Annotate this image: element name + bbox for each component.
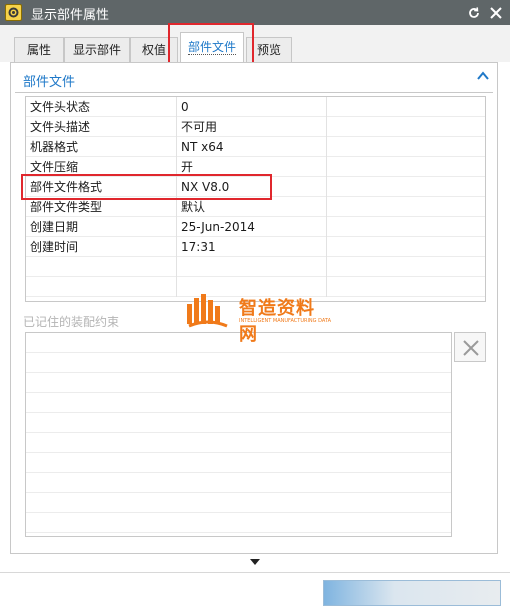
ok-button[interactable] — [323, 580, 501, 606]
table-row[interactable]: 创建日期 25-Jun-2014 — [26, 217, 485, 237]
chevron-up-icon[interactable] — [477, 69, 489, 85]
property-name: 创建日期 — [26, 217, 177, 237]
watermark: 智造资料网 INTELLIGENT MANUFACTURING DATA — [185, 294, 332, 345]
property-extra — [327, 217, 485, 237]
property-extra — [327, 137, 485, 157]
highlight-box-row — [21, 174, 272, 200]
table-row[interactable]: 创建时间 17:31 — [26, 237, 485, 257]
constraints-list[interactable] — [25, 332, 452, 537]
list-item[interactable] — [26, 433, 451, 453]
tab-label: 显示部件 — [72, 43, 121, 57]
tab-bar: 属性 显示部件 权值 部件文件 预览 — [0, 25, 510, 63]
highlight-box-tab — [168, 23, 254, 65]
property-extra — [327, 177, 485, 197]
property-value: NT x64 — [177, 137, 327, 157]
property-name — [26, 277, 177, 297]
property-name — [26, 257, 177, 277]
property-name: 部件文件类型 — [26, 197, 177, 217]
property-extra — [327, 97, 485, 117]
delete-button[interactable] — [454, 332, 486, 362]
delete-x-icon — [463, 340, 479, 356]
property-name: 机器格式 — [26, 137, 177, 157]
property-extra — [327, 157, 485, 177]
constraints-label: 已记住的装配约束 — [23, 315, 120, 329]
property-value: 0 — [177, 97, 327, 117]
tab-label: 预览 — [256, 43, 281, 57]
section-title: 部件文件 — [23, 75, 76, 90]
list-item[interactable] — [26, 513, 451, 533]
property-extra — [327, 197, 485, 217]
watermark-logo-icon — [187, 294, 228, 328]
watermark-subtitle: INTELLIGENT MANUFACTURING DATA — [239, 318, 332, 324]
tab-display-part[interactable]: 显示部件 — [64, 37, 130, 62]
property-extra — [327, 257, 485, 277]
table-row[interactable]: 文件头描述 不可用 — [26, 117, 485, 137]
section-divider — [15, 92, 493, 93]
property-value: 不可用 — [177, 117, 327, 137]
property-name: 创建时间 — [26, 237, 177, 257]
refresh-icon[interactable] — [465, 4, 483, 22]
list-item[interactable] — [26, 353, 451, 373]
settings-icon — [5, 4, 22, 21]
property-value: 默认 — [177, 197, 327, 217]
window-title: 显示部件属性 — [31, 8, 110, 23]
property-name: 文件头状态 — [26, 97, 177, 117]
property-value: 17:31 — [177, 237, 327, 257]
list-item[interactable] — [26, 373, 451, 393]
property-extra — [327, 117, 485, 137]
expand-down-icon[interactable] — [249, 558, 261, 569]
property-extra — [327, 277, 485, 297]
tab-attributes[interactable]: 属性 — [14, 37, 64, 62]
property-value — [177, 257, 327, 277]
table-row[interactable]: 部件文件类型 默认 — [26, 197, 485, 217]
list-item[interactable] — [26, 413, 451, 433]
tab-label: 权值 — [141, 43, 166, 57]
property-name: 文件头描述 — [26, 117, 177, 137]
list-item[interactable] — [26, 473, 451, 493]
close-icon[interactable] — [487, 4, 505, 22]
list-item[interactable] — [26, 493, 451, 513]
table-row[interactable] — [26, 257, 485, 277]
table-row[interactable]: 机器格式 NT x64 — [26, 137, 485, 157]
table-row[interactable]: 文件头状态 0 — [26, 97, 485, 117]
property-extra — [327, 237, 485, 257]
footer-divider — [0, 572, 510, 573]
list-item[interactable] — [26, 453, 451, 473]
list-item[interactable] — [26, 393, 451, 413]
title-bar: 显示部件属性 — [0, 0, 510, 25]
tab-label: 属性 — [26, 43, 51, 57]
property-value: 25-Jun-2014 — [177, 217, 327, 237]
